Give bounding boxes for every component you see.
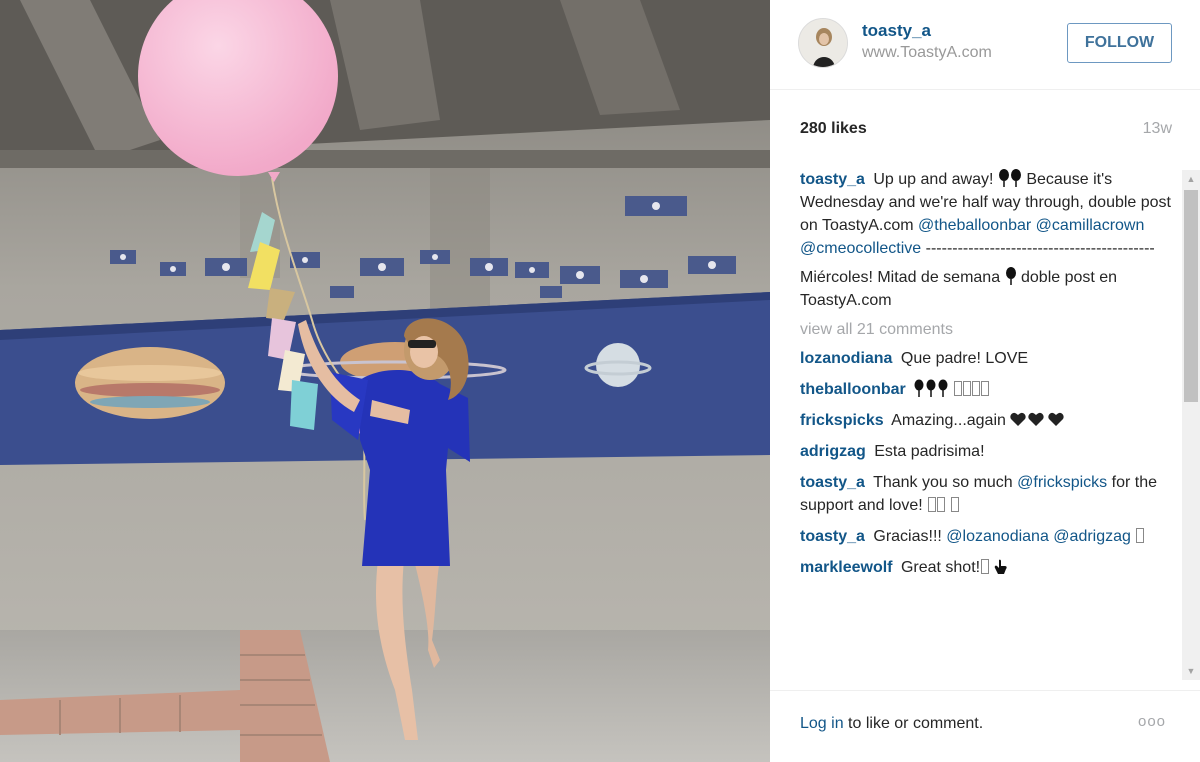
pointing-hand-icon <box>994 559 1007 574</box>
comment-author[interactable]: adrigzag <box>800 443 866 460</box>
scrollbar-thumb[interactable] <box>1184 190 1198 402</box>
unknown-glyph-icon <box>928 497 937 512</box>
comment-author[interactable]: toasty_a <box>800 474 865 491</box>
post-header: toasty_a www.ToastyA.com FOLLOW <box>770 0 1200 90</box>
comment-item: markleewolf Great shot! <box>800 556 1172 579</box>
mention-theballoonbar[interactable]: @theballoonbar <box>918 217 1031 234</box>
comment-text: Great shot! <box>900 559 981 576</box>
comment-text: Amazing...again <box>891 412 1006 429</box>
unknown-glyph-icon <box>971 381 980 396</box>
comment-item: lozanodiana Que padre! LOVE <box>800 347 1172 370</box>
comment-item: theballoonbar <box>800 378 1172 401</box>
black-balloon-icon <box>914 379 948 397</box>
comment-author[interactable]: toasty_a <box>800 528 865 545</box>
comment-item: toasty_a Gracias!!! @lozanodiana @adrigz… <box>800 525 1172 548</box>
scroll-down-arrow-icon[interactable]: ▼ <box>1182 662 1200 680</box>
avatar-image <box>799 19 847 67</box>
photo-illustration <box>0 0 770 762</box>
unknown-glyph-icon <box>980 381 989 396</box>
comment-text: Thank you so much <box>873 474 1013 491</box>
more-options-icon[interactable]: ooo <box>1138 713 1166 730</box>
mention-camillacrown[interactable]: @camillacrown <box>1036 217 1145 234</box>
scroll-up-arrow-icon[interactable]: ▲ <box>1182 170 1200 188</box>
post-time[interactable]: 13w <box>1143 120 1172 138</box>
comment-mention[interactable]: @frickspicks <box>1017 474 1107 491</box>
username-link[interactable]: toasty_a <box>862 21 931 41</box>
comment-item: toasty_a Thank you so much @frickspicks … <box>800 471 1172 517</box>
comment-author[interactable]: theballoonbar <box>800 381 906 398</box>
login-rest-text: to like or comment. <box>843 715 984 732</box>
black-balloon-icon <box>1005 267 1016 285</box>
caption: toasty_a Up up and away! Because it's We… <box>800 168 1172 312</box>
login-link[interactable]: Log in <box>800 715 844 732</box>
comment-author[interactable]: frickspicks <box>800 412 884 429</box>
login-prompt: Log in to like or comment. <box>800 715 983 733</box>
comment-mention[interactable]: @adrigzag <box>1053 528 1131 545</box>
unknown-glyph-icon <box>950 497 959 512</box>
caption-author[interactable]: toasty_a <box>800 171 865 188</box>
comment-text: Gracias!!! <box>873 528 942 545</box>
unknown-glyph-icon <box>981 559 990 574</box>
comment-text: Que padre! LOVE <box>900 350 1029 367</box>
comment-item: frickspicks Amazing...again <box>800 409 1172 432</box>
caption-english: toasty_a Up up and away! Because it's We… <box>800 168 1172 260</box>
caption-divider: ----------------------------------------… <box>925 240 1155 257</box>
black-balloon-icon <box>998 169 1021 187</box>
website-link[interactable]: www.ToastyA.com <box>862 44 992 62</box>
comments-list[interactable]: toasty_a Up up and away! Because it's We… <box>800 168 1172 680</box>
comments-scrollbar[interactable]: ▲ ▼ <box>1182 170 1200 680</box>
unknown-glyph-icon <box>1136 528 1145 543</box>
unknown-glyph-icon <box>937 497 946 512</box>
post-footer: Log in to like or comment. ooo <box>770 690 1200 762</box>
likes-count[interactable]: 280 likes <box>800 120 867 138</box>
unknown-glyph-icon <box>953 381 962 396</box>
comment-mention[interactable]: @lozanodiana <box>946 528 1049 545</box>
heart-icon <box>1010 412 1065 426</box>
post-detail-panel: toasty_a www.ToastyA.com FOLLOW 280 like… <box>770 0 1200 762</box>
comment-author[interactable]: markleewolf <box>800 559 892 576</box>
caption-spanish: Miércoles! Mitad de semana doble post en… <box>800 266 1172 312</box>
comment-author[interactable]: lozanodiana <box>800 350 892 367</box>
follow-button[interactable]: FOLLOW <box>1067 23 1172 63</box>
view-all-comments-link[interactable]: view all 21 comments <box>800 318 1172 341</box>
caption-spanish-a: Miércoles! Mitad de semana <box>800 269 1001 286</box>
avatar[interactable] <box>798 18 848 68</box>
unknown-glyph-icon <box>962 381 971 396</box>
comment-text: Esta padrisima! <box>874 443 985 460</box>
mention-cmeocollective[interactable]: @cmeocollective <box>800 240 921 257</box>
post-photo[interactable] <box>0 0 770 762</box>
caption-line1: Up up and away! <box>873 171 994 188</box>
comment-item: adrigzag Esta padrisima! <box>800 440 1172 463</box>
likes-row: 280 likes 13w <box>800 120 1172 142</box>
